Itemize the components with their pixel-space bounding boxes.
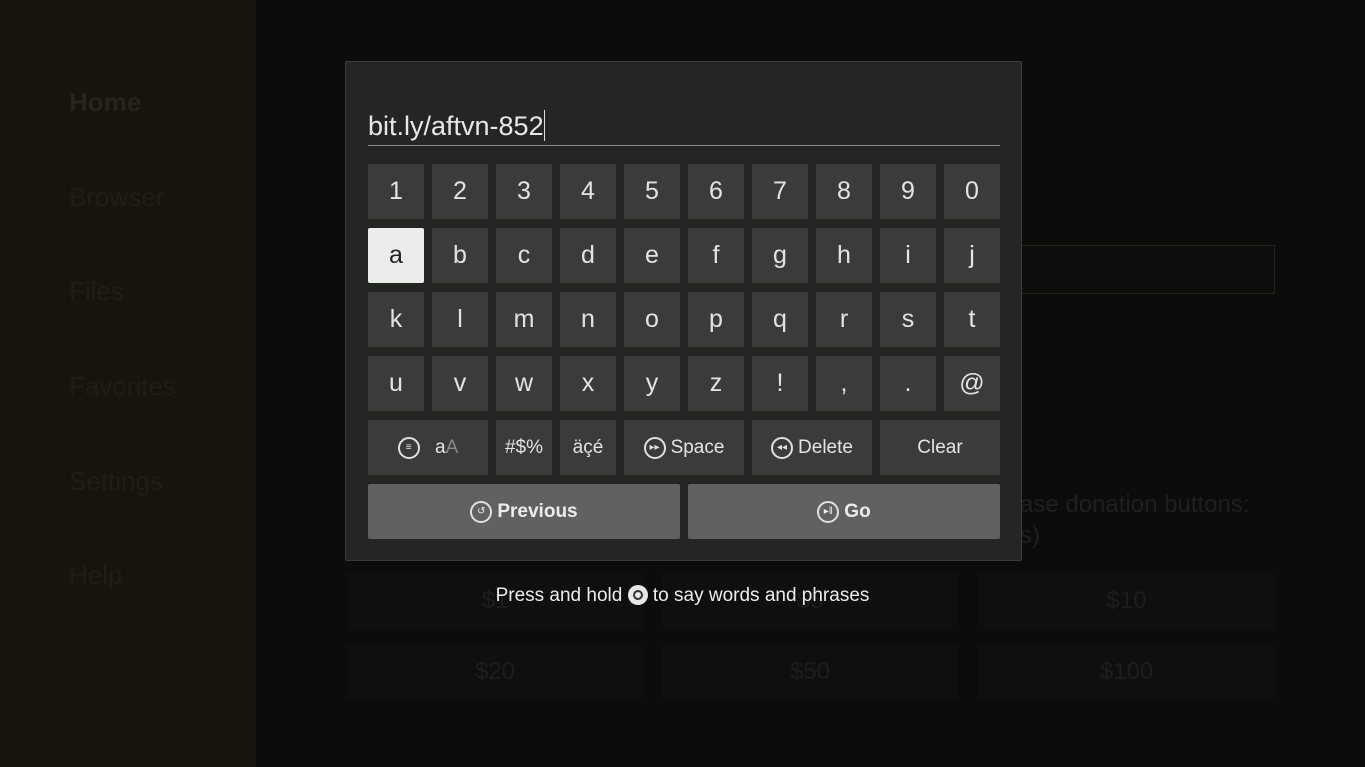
key-f[interactable]: f — [688, 228, 744, 283]
play-pause-icon: ▸‖ — [817, 500, 840, 523]
key-b[interactable]: b — [432, 228, 488, 283]
background-donation-text-2: s) — [1020, 522, 1040, 549]
accents-key[interactable]: äçé — [560, 420, 616, 475]
case-toggle-key[interactable]: ≡ aA — [368, 420, 488, 475]
input-value: bit.ly/aftvn-852 — [368, 111, 544, 141]
background-donation-text: ase donation buttons: — [1020, 491, 1250, 518]
donate-20-button[interactable]: $20 — [347, 644, 643, 700]
key-n[interactable]: n — [560, 292, 616, 347]
key-3[interactable]: 3 — [496, 164, 552, 219]
microphone-button-icon — [627, 585, 648, 605]
key-o[interactable]: o — [624, 292, 680, 347]
keyboard-dialog: bit.ly/aftvn-852 1234567890abcdefghijklm… — [345, 61, 1022, 561]
key-m[interactable]: m — [496, 292, 552, 347]
symbols-key[interactable]: #$% — [496, 420, 552, 475]
go-button[interactable]: ▸‖ Go — [688, 484, 1000, 539]
key-@[interactable]: @ — [944, 356, 1000, 411]
key-![interactable]: ! — [752, 356, 808, 411]
back-icon: ↺ — [470, 500, 493, 523]
key-l[interactable]: l — [432, 292, 488, 347]
donate-50-button[interactable]: $50 — [662, 644, 958, 700]
fast-forward-icon: ▸▸ — [643, 436, 666, 459]
key-,[interactable]: , — [816, 356, 872, 411]
menu-icon: ≡ — [397, 436, 420, 459]
key-x[interactable]: x — [560, 356, 616, 411]
sidebar-item-favorites[interactable]: Favorites — [69, 371, 176, 402]
key-t[interactable]: t — [944, 292, 1000, 347]
sidebar-item-home[interactable]: Home — [69, 87, 141, 118]
voice-hint: Press and hold to say words and phrases — [0, 585, 1365, 607]
key-0[interactable]: 0 — [944, 164, 1000, 219]
sidebar-item-settings[interactable]: Settings — [69, 466, 163, 497]
space-label: Space — [670, 436, 725, 458]
hint-after: to say words and phrases — [652, 585, 870, 606]
sidebar-item-browser[interactable]: Browser — [69, 182, 164, 213]
key-6[interactable]: 6 — [688, 164, 744, 219]
key-p[interactable]: p — [688, 292, 744, 347]
sidebar: Home Browser Files Favorites Settings He… — [0, 0, 256, 767]
key-k[interactable]: k — [368, 292, 424, 347]
key-z[interactable]: z — [688, 356, 744, 411]
key-s[interactable]: s — [880, 292, 936, 347]
key-c[interactable]: c — [496, 228, 552, 283]
key-8[interactable]: 8 — [816, 164, 872, 219]
key-9[interactable]: 9 — [880, 164, 936, 219]
key-r[interactable]: r — [816, 292, 872, 347]
key-e[interactable]: e — [624, 228, 680, 283]
hint-before: Press and hold — [495, 585, 623, 606]
key-1[interactable]: 1 — [368, 164, 424, 219]
case-upper: A — [445, 436, 459, 458]
previous-label: Previous — [497, 500, 578, 522]
go-label: Go — [844, 500, 871, 522]
key-2[interactable]: 2 — [432, 164, 488, 219]
key-y[interactable]: y — [624, 356, 680, 411]
key-v[interactable]: v — [432, 356, 488, 411]
donate-100-button[interactable]: $100 — [978, 644, 1275, 700]
case-lower: a — [435, 436, 446, 458]
key-q[interactable]: q — [752, 292, 808, 347]
previous-button[interactable]: ↺ Previous — [368, 484, 680, 539]
delete-label: Delete — [798, 436, 853, 458]
key-a[interactable]: a — [368, 228, 424, 283]
key-5[interactable]: 5 — [624, 164, 680, 219]
key-w[interactable]: w — [496, 356, 552, 411]
key-.[interactable]: . — [880, 356, 936, 411]
rewind-icon: ◂◂ — [771, 436, 794, 459]
key-i[interactable]: i — [880, 228, 936, 283]
key-j[interactable]: j — [944, 228, 1000, 283]
clear-key[interactable]: Clear — [880, 420, 1000, 475]
key-4[interactable]: 4 — [560, 164, 616, 219]
sidebar-item-files[interactable]: Files — [69, 276, 124, 307]
text-caret — [543, 110, 545, 141]
delete-key[interactable]: ◂◂ Delete — [752, 420, 872, 475]
key-7[interactable]: 7 — [752, 164, 808, 219]
key-h[interactable]: h — [816, 228, 872, 283]
key-d[interactable]: d — [560, 228, 616, 283]
key-g[interactable]: g — [752, 228, 808, 283]
key-u[interactable]: u — [368, 356, 424, 411]
text-input[interactable]: bit.ly/aftvn-852 — [368, 106, 1000, 146]
space-key[interactable]: ▸▸ Space — [624, 420, 744, 475]
